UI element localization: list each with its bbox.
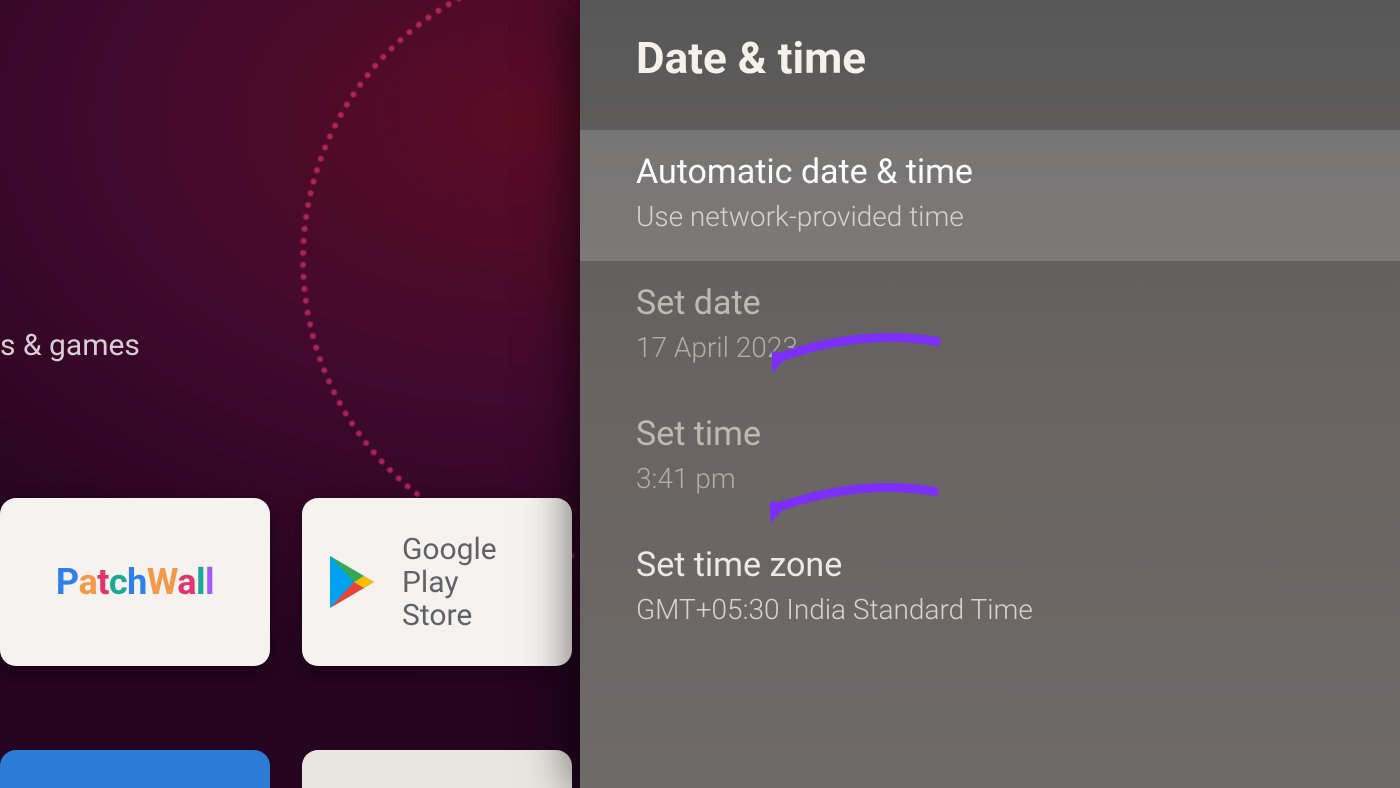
app-tile-stub-2[interactable]: [302, 750, 572, 788]
row-set-time[interactable]: Set time 3:41 pm: [580, 392, 1400, 523]
row-sub: 17 April 2023: [636, 331, 1344, 364]
row-automatic-date-time[interactable]: Automatic date & time Use network-provid…: [580, 130, 1400, 261]
row-set-date[interactable]: Set date 17 April 2023: [580, 261, 1400, 392]
decorative-dotted-arc: [300, 0, 580, 560]
app-tile-patchwall[interactable]: PatchWall: [0, 498, 270, 666]
google-play-label: Google Play Store: [402, 533, 554, 632]
settings-panel: Date & time Automatic date & time Use ne…: [580, 0, 1400, 788]
app-tiles-row: PatchWall Google Play Store: [0, 498, 572, 666]
row-set-time-zone[interactable]: Set time zone GMT+05:30 India Standard T…: [580, 523, 1400, 654]
row-title: Set time: [636, 414, 1344, 454]
app-tile-google-play-store[interactable]: Google Play Store: [302, 498, 572, 666]
row-sub: 3:41 pm: [636, 462, 1344, 495]
row-title: Set time zone: [636, 545, 1344, 585]
patchwall-label: PatchWall: [56, 561, 214, 603]
apps-section-heading: s & games: [0, 328, 140, 363]
app-tiles-row-2: [0, 750, 572, 788]
row-title: Automatic date & time: [636, 152, 1344, 192]
screen: s & games PatchWall Google Play: [0, 0, 1400, 788]
row-title: Set date: [636, 283, 1344, 323]
google-play-icon: [320, 550, 384, 614]
panel-title: Date & time: [636, 32, 1344, 84]
row-sub: GMT+05:30 India Standard Time: [636, 593, 1344, 626]
panel-header: Date & time: [580, 0, 1400, 130]
app-tile-stub-1[interactable]: [0, 750, 270, 788]
home-background: s & games PatchWall Google Play: [0, 0, 580, 788]
row-sub: Use network-provided time: [636, 200, 1344, 233]
